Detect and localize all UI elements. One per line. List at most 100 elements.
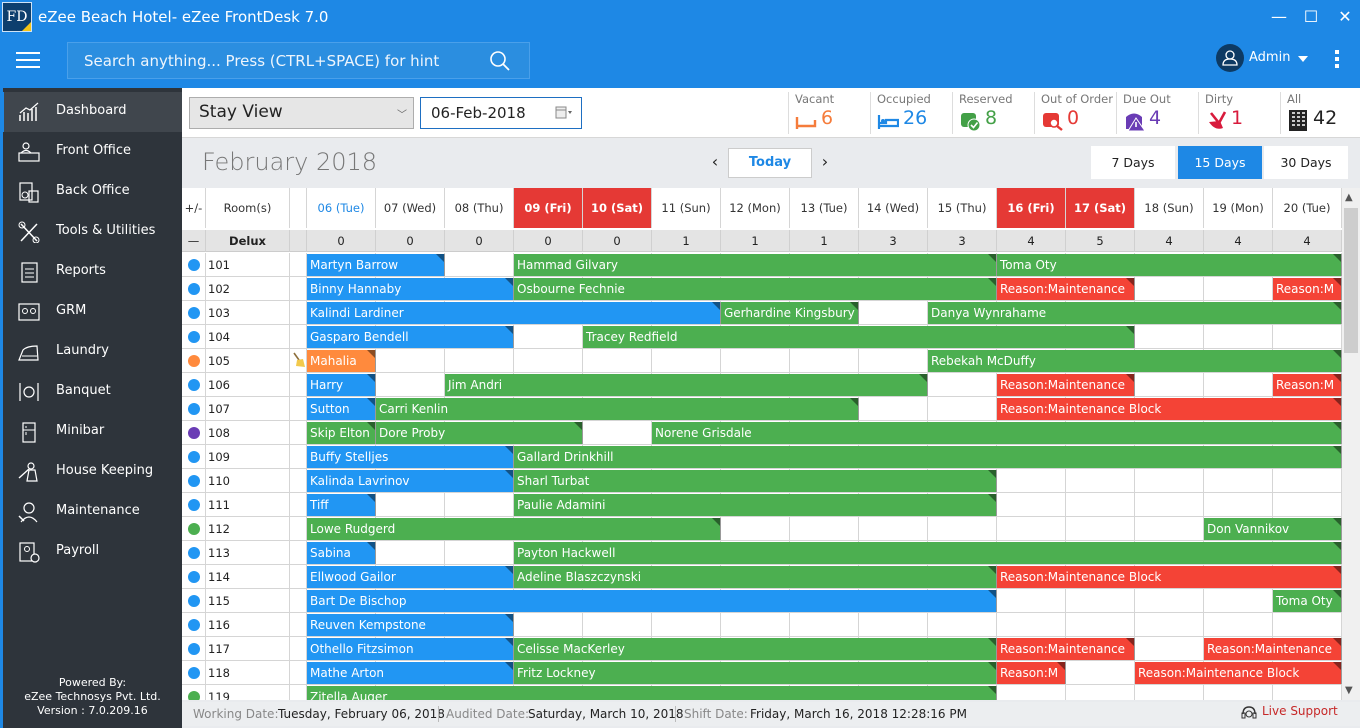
collapse-toggle[interactable]: — — [182, 230, 206, 252]
stat-all[interactable]: All 42 — [1280, 92, 1360, 134]
day-cell[interactable] — [514, 325, 583, 349]
day-cell[interactable] — [1066, 661, 1135, 685]
day-cell[interactable] — [583, 349, 652, 373]
room-cell[interactable]: 107 — [206, 397, 290, 421]
room-cell[interactable]: 102 — [206, 277, 290, 301]
booking-bar[interactable]: Reason:Maintenance Block — [1135, 662, 1342, 684]
day-cell[interactable] — [1204, 613, 1273, 637]
day-cell[interactable] — [1204, 325, 1273, 349]
booking-bar[interactable]: Hammad Gilvary — [514, 254, 997, 276]
stat-out-of-order[interactable]: Out of Order 0 — [1034, 92, 1116, 134]
day-cell[interactable] — [1135, 325, 1204, 349]
booking-bar[interactable]: Lowe Rudgerd — [307, 518, 721, 540]
day-cell[interactable] — [1066, 589, 1135, 613]
booking-bar[interactable]: Reason:Maintenance — [997, 638, 1135, 660]
day-cell[interactable] — [514, 613, 583, 637]
day-cell[interactable] — [583, 613, 652, 637]
scroll-down-icon[interactable]: ▼ — [1345, 685, 1353, 696]
day-cell[interactable] — [1204, 685, 1273, 700]
day-cell[interactable] — [859, 397, 928, 421]
day-cell[interactable] — [721, 517, 790, 541]
more-options-icon[interactable] — [1335, 50, 1340, 70]
booking-bar[interactable]: Reason:M — [1273, 278, 1342, 300]
day-cell[interactable] — [928, 613, 997, 637]
day-cell[interactable] — [1273, 685, 1342, 700]
range-7-days-button[interactable]: 7 Days — [1091, 146, 1175, 179]
room-cell[interactable]: 117 — [206, 637, 290, 661]
day-cell[interactable] — [997, 613, 1066, 637]
booking-bar[interactable]: Mahalia — [307, 350, 376, 372]
booking-bar[interactable]: Norene Grisdale — [652, 422, 1342, 444]
room-cell[interactable]: 116 — [206, 613, 290, 637]
booking-bar[interactable]: Reason:Maintenance — [997, 278, 1135, 300]
day-cell[interactable] — [1135, 637, 1204, 661]
maximize-button[interactable]: ☐ — [1297, 6, 1325, 28]
day-cell[interactable] — [1135, 517, 1204, 541]
day-cell[interactable] — [928, 517, 997, 541]
room-cell[interactable]: 108 — [206, 421, 290, 445]
room-cell[interactable]: 109 — [206, 445, 290, 469]
booking-bar[interactable]: Jim Andri — [445, 374, 928, 396]
stat-reserved[interactable]: Reserved 8 — [952, 92, 1034, 134]
sidebar-item-payroll[interactable]: Payroll — [3, 532, 182, 572]
day-cell[interactable] — [376, 541, 445, 565]
day-cell[interactable] — [445, 541, 514, 565]
day-header[interactable]: 10 (Sat) — [583, 188, 652, 228]
booking-bar[interactable]: Sutton — [307, 398, 376, 420]
day-header[interactable]: 15 (Thu) — [928, 188, 997, 228]
booking-bar[interactable]: Dore Proby — [376, 422, 583, 444]
day-header[interactable]: 12 (Mon) — [721, 188, 790, 228]
booking-bar[interactable]: Rebekah McDuffy — [928, 350, 1342, 372]
day-cell[interactable] — [997, 469, 1066, 493]
calendar-icon[interactable] — [555, 106, 573, 120]
day-cell[interactable] — [790, 613, 859, 637]
booking-bar[interactable]: Binny Hannaby — [307, 278, 514, 300]
day-cell[interactable] — [997, 493, 1066, 517]
day-cell[interactable] — [445, 493, 514, 517]
booking-bar[interactable]: Mathe Arton — [307, 662, 514, 684]
live-support-link[interactable]: Live Support — [1241, 704, 1338, 719]
scroll-thumb[interactable] — [1344, 208, 1358, 353]
sidebar-item-laundry[interactable]: Laundry — [3, 332, 182, 372]
day-cell[interactable] — [445, 253, 514, 277]
booking-bar[interactable]: Danya Wynrahame — [928, 302, 1342, 324]
day-cell[interactable] — [859, 613, 928, 637]
chevron-down-icon[interactable] — [1298, 56, 1308, 62]
room-cell[interactable]: 110 — [206, 469, 290, 493]
day-header[interactable]: 13 (Tue) — [790, 188, 859, 228]
booking-bar[interactable]: Reason:M — [997, 662, 1066, 684]
booking-bar[interactable]: Fritz Lockney — [514, 662, 997, 684]
view-select[interactable]: Stay View ﹀ — [189, 97, 414, 129]
day-header[interactable]: 11 (Sun) — [652, 188, 721, 228]
booking-bar[interactable]: Kalindi Lardiner — [307, 302, 721, 324]
day-cell[interactable] — [652, 349, 721, 373]
room-cell[interactable]: 103 — [206, 301, 290, 325]
day-cell[interactable] — [1066, 469, 1135, 493]
booking-bar[interactable]: Othello Fitzsimon — [307, 638, 514, 660]
booking-bar[interactable]: Toma Oty — [1273, 590, 1342, 612]
room-cell[interactable]: 114 — [206, 565, 290, 589]
booking-bar[interactable]: Carri Kenlin — [376, 398, 859, 420]
day-cell[interactable] — [1135, 373, 1204, 397]
sidebar-item-maintenance[interactable]: Maintenance — [3, 492, 182, 532]
room-cell[interactable]: 101 — [206, 253, 290, 277]
room-cell[interactable]: 118 — [206, 661, 290, 685]
day-header[interactable]: 14 (Wed) — [859, 188, 928, 228]
day-cell[interactable] — [376, 349, 445, 373]
day-cell[interactable] — [859, 349, 928, 373]
booking-bar[interactable]: Celisse MacKerley — [514, 638, 997, 660]
booking-bar[interactable]: Reason:Maintenance — [997, 374, 1135, 396]
room-cell[interactable]: 112 — [206, 517, 290, 541]
day-cell[interactable] — [1135, 493, 1204, 517]
room-cell[interactable]: 119 — [206, 685, 290, 700]
day-cell[interactable] — [790, 349, 859, 373]
day-cell[interactable] — [1204, 493, 1273, 517]
booking-bar[interactable]: Bart De Bischop — [307, 590, 997, 612]
day-cell[interactable] — [1135, 469, 1204, 493]
sidebar-item-front-office[interactable]: Front Office — [3, 132, 182, 172]
sidebar-item-reports[interactable]: Reports — [3, 252, 182, 292]
day-cell[interactable] — [1066, 685, 1135, 700]
day-header[interactable]: 06 (Tue) — [307, 188, 376, 228]
room-cell[interactable]: 113 — [206, 541, 290, 565]
booking-bar[interactable]: Buffy Stelljes — [307, 446, 514, 468]
